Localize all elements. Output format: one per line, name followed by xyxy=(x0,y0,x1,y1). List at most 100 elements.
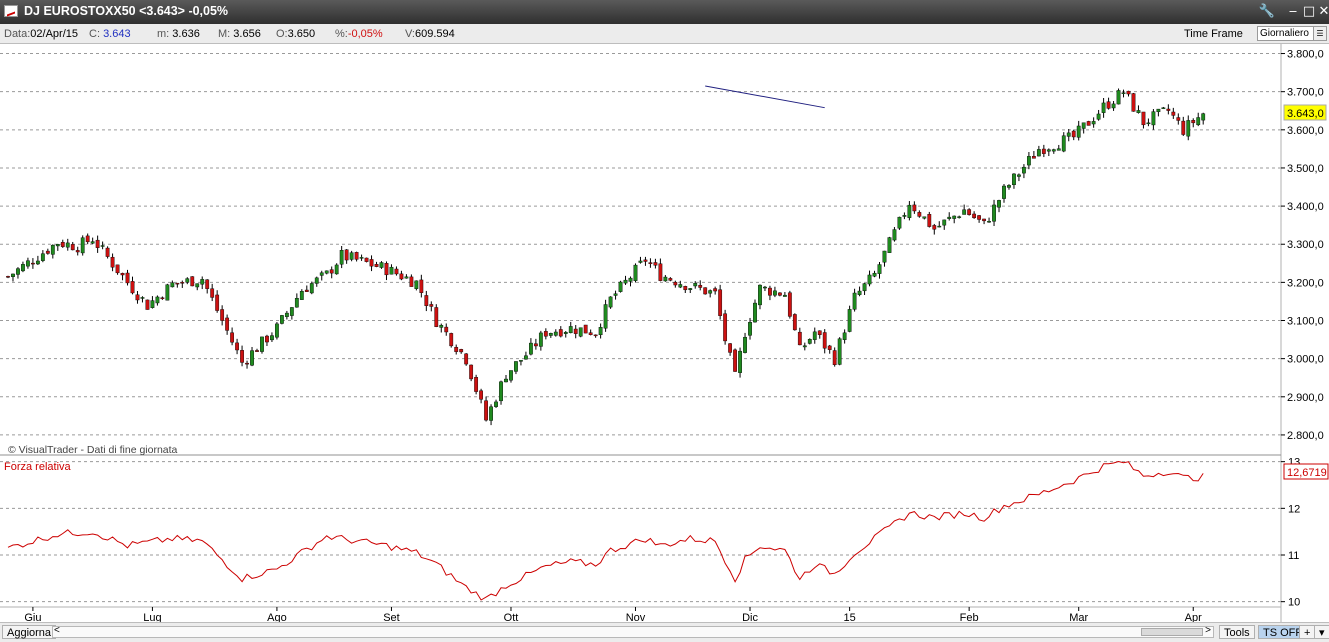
rsi-title: Forza relativa xyxy=(4,461,72,473)
candle-body xyxy=(807,339,812,344)
candle-body xyxy=(110,256,115,268)
candle-body xyxy=(882,250,887,263)
candle-body xyxy=(230,332,234,343)
rsi-tick-label: 10 xyxy=(1288,597,1300,609)
refresh-button[interactable]: Aggiorna xyxy=(2,625,57,639)
trendline[interactable] xyxy=(705,85,825,109)
candle-body xyxy=(369,259,374,267)
candle-body xyxy=(797,331,802,346)
candle-body xyxy=(897,216,902,229)
candle-body xyxy=(334,264,339,275)
scroll-right-icon[interactable]: > xyxy=(1205,625,1211,636)
rsi-gridlines xyxy=(0,461,1281,603)
scroll-left-icon[interactable]: < xyxy=(54,625,60,636)
percent-field: %:-0,05% xyxy=(335,28,383,40)
candle-body xyxy=(907,204,912,218)
candle-body xyxy=(245,362,249,365)
candle-body xyxy=(289,307,294,316)
time-tick-label: Nov xyxy=(626,612,646,622)
candle-body xyxy=(479,390,483,400)
candle-body xyxy=(688,288,693,290)
candle-body xyxy=(852,292,857,310)
add-button[interactable]: + xyxy=(1299,625,1316,639)
candle-body xyxy=(568,326,573,334)
candle-body xyxy=(1056,148,1061,151)
candle-body xyxy=(967,209,972,215)
rsi-tick-label: 12 xyxy=(1288,503,1300,515)
candle-body xyxy=(1046,149,1051,152)
candle-body xyxy=(55,244,60,247)
dropdown-icon: ☰ xyxy=(1313,27,1326,40)
candle-body xyxy=(1091,121,1096,125)
candle-body xyxy=(304,289,309,292)
candle-body xyxy=(21,264,25,272)
candle-body xyxy=(1116,90,1121,105)
stock-chart[interactable]: 2.800,0 2.900,0 3.000,0 3.100,0 3.200,0 3.300… xyxy=(0,44,1329,622)
candle-body xyxy=(190,276,195,287)
candle-body xyxy=(105,247,110,257)
candle-body xyxy=(135,294,140,301)
time-tick-label: 15 xyxy=(843,612,855,622)
candle-body xyxy=(927,214,932,227)
candle-body xyxy=(1126,90,1131,95)
candle-body xyxy=(802,345,807,348)
candle-body xyxy=(912,204,917,212)
timeframe-label: Time Frame xyxy=(1184,28,1243,40)
close-icon[interactable]: ✕ xyxy=(1315,3,1329,20)
candle-body xyxy=(832,350,837,366)
candle-body xyxy=(235,342,239,351)
wrench-icon[interactable]: 🔧 xyxy=(1258,3,1276,20)
candle-body xyxy=(618,281,623,292)
candle-body xyxy=(409,276,414,287)
candle-body xyxy=(1096,113,1101,120)
candle-body xyxy=(1201,113,1206,121)
candle-body xyxy=(817,330,822,335)
candle-body xyxy=(454,346,459,352)
min-field: m: 3.636 xyxy=(157,28,200,40)
candle-body xyxy=(389,266,394,275)
candle-body xyxy=(519,360,523,362)
scrollbar-thumb[interactable] xyxy=(1141,628,1203,636)
candle-body xyxy=(1012,173,1016,186)
time-tick-label: Ott xyxy=(504,612,519,622)
candle-body xyxy=(822,332,827,349)
candle-body xyxy=(26,260,30,267)
candle-body xyxy=(728,343,733,353)
candle-body xyxy=(205,279,210,289)
chevron-down-icon[interactable]: ▾ xyxy=(1314,625,1329,639)
last-rsi-label: 12,6719 xyxy=(1287,467,1327,479)
candle-body xyxy=(329,269,334,274)
candle-body xyxy=(260,336,264,352)
candle-body xyxy=(1022,166,1026,174)
candle-body xyxy=(683,286,688,291)
candle-body xyxy=(160,297,165,299)
time-tick-label: Ago xyxy=(267,612,287,622)
candle-body xyxy=(872,272,877,277)
candle-body xyxy=(314,277,319,284)
candle-body xyxy=(563,332,568,334)
candle-body xyxy=(862,283,867,292)
horizontal-scrollbar[interactable]: < > xyxy=(52,625,1214,638)
candle-body xyxy=(349,252,354,260)
candle-body xyxy=(583,324,588,334)
price-tick-label: 3.100,0 xyxy=(1287,316,1324,328)
candle-body xyxy=(1121,92,1126,94)
candle-body xyxy=(265,335,269,343)
time-axis: Giu Lug Ago Set Ott Nov Dic 15 Feb Mar Apr xyxy=(24,607,1202,622)
candle-body xyxy=(115,264,120,274)
timeframe-select[interactable]: Giornaliero ☰ xyxy=(1257,26,1327,41)
candle-body xyxy=(658,263,663,281)
candle-body xyxy=(394,268,399,275)
tools-button[interactable]: Tools xyxy=(1219,625,1255,639)
candle-body xyxy=(593,334,598,337)
candle-body xyxy=(957,216,962,218)
candle-body xyxy=(573,328,578,334)
candle-body xyxy=(698,284,703,288)
candle-body xyxy=(429,304,434,307)
candle-body xyxy=(748,322,752,336)
candle-body xyxy=(200,279,205,285)
candle-body xyxy=(384,263,389,276)
candle-body xyxy=(892,229,897,241)
candle-body xyxy=(708,290,713,294)
rsi-line xyxy=(7,460,1204,601)
